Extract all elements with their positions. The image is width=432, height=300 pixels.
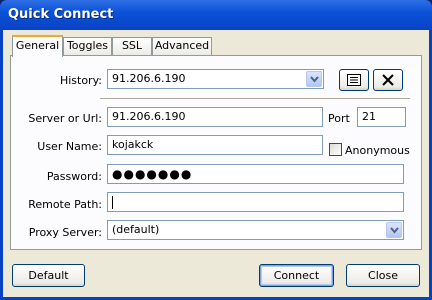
close-button[interactable]: Close <box>346 264 420 287</box>
bookmarks-button[interactable] <box>339 69 369 91</box>
proxy-value: (default) <box>112 223 160 236</box>
remote-path-label: Remote Path: <box>28 198 102 211</box>
anonymous-checkbox[interactable] <box>329 143 342 156</box>
chevron-down-icon <box>310 76 319 83</box>
password-input[interactable]: ●●●●●●● <box>107 164 404 184</box>
close-icon <box>382 74 394 86</box>
server-input[interactable]: 91.206.6.190 <box>107 107 323 127</box>
proxy-label: Proxy Server: <box>28 226 102 239</box>
default-button[interactable]: Default <box>12 264 85 287</box>
history-combobox[interactable]: 91.206.6.190 <box>107 69 324 89</box>
history-label: History: <box>59 74 102 87</box>
port-label: Port <box>328 112 350 125</box>
chevron-down-icon <box>390 227 399 234</box>
connect-button[interactable]: Connect <box>259 264 334 287</box>
proxy-combobox[interactable]: (default) <box>107 220 404 240</box>
separator-line <box>100 98 410 100</box>
username-input[interactable]: kojakck <box>107 135 323 155</box>
username-label: User Name: <box>37 140 102 153</box>
remote-path-input[interactable] <box>107 192 404 212</box>
history-value: 91.206.6.190 <box>112 72 186 85</box>
server-label: Server or Url: <box>28 112 102 125</box>
anonymous-label[interactable]: Anonymous <box>345 144 410 157</box>
clear-history-button[interactable] <box>373 69 403 91</box>
list-icon <box>347 74 361 86</box>
port-input[interactable]: 21 <box>357 107 406 127</box>
password-label: Password: <box>46 170 102 183</box>
history-dropdown-button[interactable] <box>306 71 322 87</box>
proxy-dropdown-button[interactable] <box>386 222 402 238</box>
quick-connect-window: Quick Connect General Toggles SSL Advanc… <box>0 0 432 300</box>
text-caret <box>112 195 113 209</box>
